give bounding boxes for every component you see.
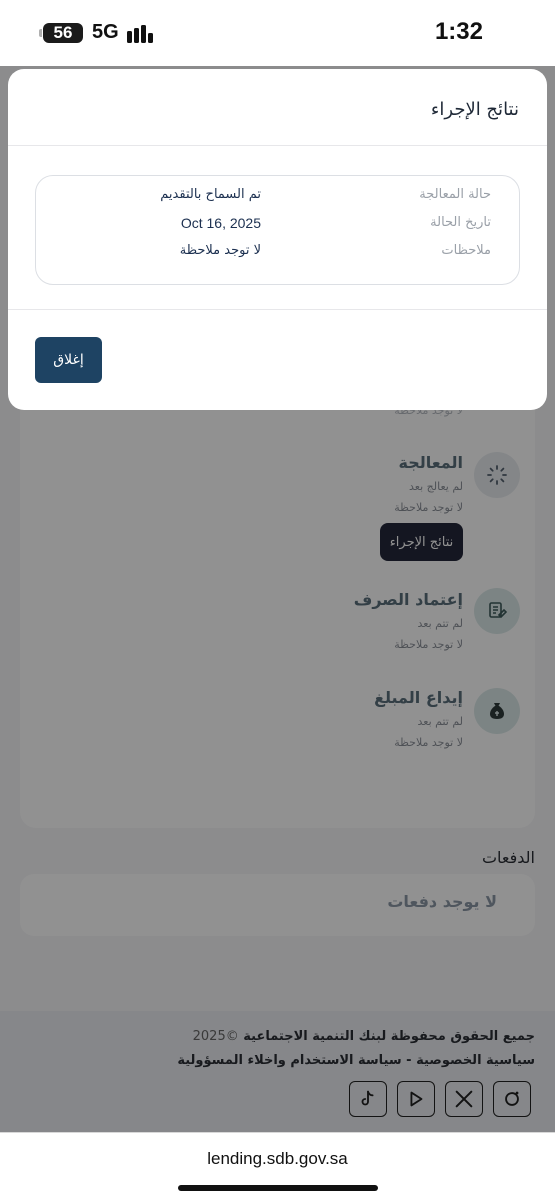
action-results-modal: نتائج الإجراء حالة المعالجة تم السماح با… [8,69,547,410]
browser-bar: lending.sdb.gov.sa [0,1132,555,1200]
detail-label: حالة المعالجة [419,187,491,202]
detail-row-notes: ملاحظات لا توجد ملاحظة [36,243,519,263]
results-details-box: حالة المعالجة تم السماح بالتقديم تاريخ ا… [35,175,520,285]
detail-row-date: تاريخ الحالة Oct 16, 2025 [36,215,519,235]
modal-title: نتائج الإجراء [430,99,519,120]
detail-value: تم السماح بالتقديم [160,187,261,202]
network-type: 5G [92,21,119,43]
signal-icon [127,23,157,43]
detail-value: لا توجد ملاحظة [179,243,261,258]
battery-indicator: 56 [39,23,83,43]
home-indicator[interactable] [178,1185,378,1191]
url-bar[interactable]: lending.sdb.gov.sa [0,1149,555,1169]
detail-value: Oct 16, 2025 [180,215,261,231]
status-bar: 56 5G 1:32 [0,0,555,66]
detail-label: ملاحظات [441,243,491,258]
modal-divider-top [8,145,547,146]
modal-divider-bottom [8,309,547,310]
clock: 1:32 [434,18,483,45]
detail-label: تاريخ الحالة [430,215,491,230]
detail-row-status: حالة المعالجة تم السماح بالتقديم [36,187,519,207]
close-button[interactable]: إغلاق [35,337,102,383]
